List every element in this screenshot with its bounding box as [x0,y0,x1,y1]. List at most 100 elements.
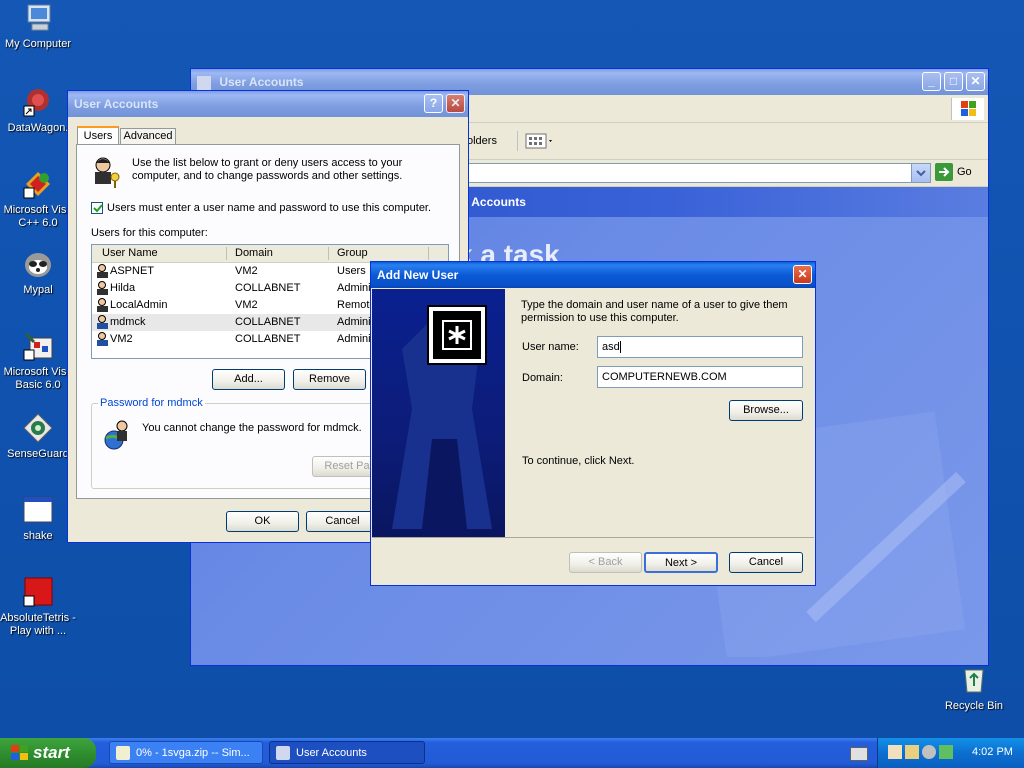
cell-username: VM2 [110,333,133,345]
ok-button[interactable]: OK [226,511,299,532]
cancel-button[interactable]: Cancel [306,511,379,532]
users-keys-icon [89,155,123,189]
cell-domain: COLLABNET [235,333,301,345]
download-icon [116,746,130,760]
task-label: 0% - 1svga.zip -- Sim... [136,747,250,759]
must-login-checkbox[interactable] [91,202,103,214]
minimize-button[interactable]: _ [922,72,941,91]
visual-basic-icon [22,330,54,362]
cell-username: Hilda [110,282,136,294]
user-icon [97,264,108,278]
tab-advanced[interactable]: Advanced [120,128,176,145]
divider [372,537,814,538]
username-value: asd [602,341,620,353]
windows-logo-icon [11,745,28,760]
wizard-icon [427,305,487,365]
username-field[interactable]: asd [597,336,803,358]
close-button[interactable]: ✕ [966,72,985,91]
must-login-label: Users must enter a user name and passwor… [107,202,432,214]
cell-username: ASPNET [110,265,155,277]
column-header-domain[interactable]: Domain [235,247,273,259]
maximize-button[interactable]: □ [944,72,963,91]
column-divider [428,247,429,260]
mypal-icon [22,248,54,280]
user-accounts-icon [197,75,211,90]
senseguard-icon [22,412,54,444]
task-label: User Accounts [296,747,367,759]
recycle-bin-icon [958,664,990,696]
user-icon [97,298,108,312]
browse-button[interactable]: Browse... [729,400,803,421]
cell-domain: VM2 [235,299,258,311]
desktop-icon-label: shake [23,530,53,542]
desktop-icon-label: Microsoft Visu C++ 6.0 [3,204,73,229]
taskbar-item-user-accounts[interactable]: User Accounts [269,741,425,764]
column-header-username[interactable]: User Name [102,247,158,259]
windows-logo-icon [951,98,984,120]
user-accounts-icon [276,746,290,760]
window-icon [22,494,54,526]
keyboard-icon[interactable] [850,747,868,761]
window-title: User Accounts [219,75,304,89]
tray-network-icon[interactable] [939,745,953,759]
cell-username: mdmck [110,316,146,328]
address-field[interactable] [461,163,931,183]
visual-cpp-icon [22,168,54,200]
taskbar-item-download[interactable]: 0% - 1svga.zip -- Sim... [109,741,263,764]
go-arrow-icon[interactable] [935,163,953,181]
system-tray: 4:02 PM [877,738,1024,768]
desktop-icon-absolutetetris[interactable]: AbsoluteTetris - Play with ... [0,576,76,638]
taskbar: start 0% - 1svga.zip -- Sim... User Acco… [0,738,1024,768]
cell-group: Users [337,265,366,277]
tetris-icon [22,576,54,608]
column-divider [226,247,227,260]
desktop-icon-recycle-bin[interactable]: Recycle Bin [936,664,1012,713]
shortcut-icon [22,86,54,118]
tray-mypal-icon[interactable] [922,745,936,759]
desktop-icon-visual-basic[interactable]: Microsoft Visu Basic 6.0 [0,330,76,392]
wizard-intro-text: Type the domain and user name of a user … [521,299,788,324]
continue-text: To continue, click Next. [522,455,635,467]
desktop-icon-label: SenseGuard [7,448,69,460]
chevron-down-icon[interactable] [911,164,930,182]
text-cursor [619,341,621,354]
desktop-icon-visual-cpp[interactable]: Microsoft Visu C++ 6.0 [0,168,76,230]
domain-field[interactable]: COMPUTERNEWB.COM [597,366,803,388]
username-label: User name: [522,341,579,353]
desktop-icon-label: Recycle Bin [944,700,1004,712]
cancel-button[interactable]: Cancel [729,552,803,573]
column-header-group[interactable]: Group [337,247,368,259]
cell-username: LocalAdmin [110,299,168,311]
tab-label: Advanced [123,130,173,142]
close-button[interactable]: ✕ [793,265,812,284]
user-icon [97,315,108,329]
password-group-title: Password for mdmck [98,397,205,409]
remove-user-button[interactable]: Remove [293,369,366,390]
help-button[interactable]: ? [424,94,443,113]
tray-folder-icon[interactable] [905,745,919,759]
desktop-icon-mypal[interactable]: Mypal [0,248,76,297]
next-button[interactable]: Next > [644,552,718,573]
domain-label: Domain: [522,372,563,384]
add-new-user-dialog: Add New User ✕ Type the domain and user … [370,261,816,586]
user-icon [97,281,108,295]
desktop-icon-shake[interactable]: shake [0,494,76,543]
desktop-icon-datawagon[interactable]: DataWagon. [0,86,76,135]
add-user-button[interactable]: Add... [212,369,285,390]
my-computer-icon [22,2,54,34]
password-status-text: You cannot change the password for mdmck… [142,422,362,434]
desktop-icon-senseguard[interactable]: SenseGuard [0,412,76,461]
tab-users[interactable]: Users [77,126,119,145]
back-button[interactable]: < Back [569,552,642,573]
desktop-icon-label: Microsoft Visu Basic 6.0 [3,366,73,391]
cell-domain: COLLABNET [235,282,301,294]
close-button[interactable]: ✕ [446,94,465,113]
views-button[interactable] [517,131,552,151]
tray-app-icon[interactable] [888,745,902,759]
start-label: start [33,743,70,762]
folders-button[interactable]: olders [467,135,497,147]
clock: 4:02 PM [972,746,1013,758]
desktop-icon-my-computer[interactable]: My Computer [0,2,76,51]
go-button[interactable]: Go [957,166,972,178]
start-button[interactable]: start [0,738,96,768]
